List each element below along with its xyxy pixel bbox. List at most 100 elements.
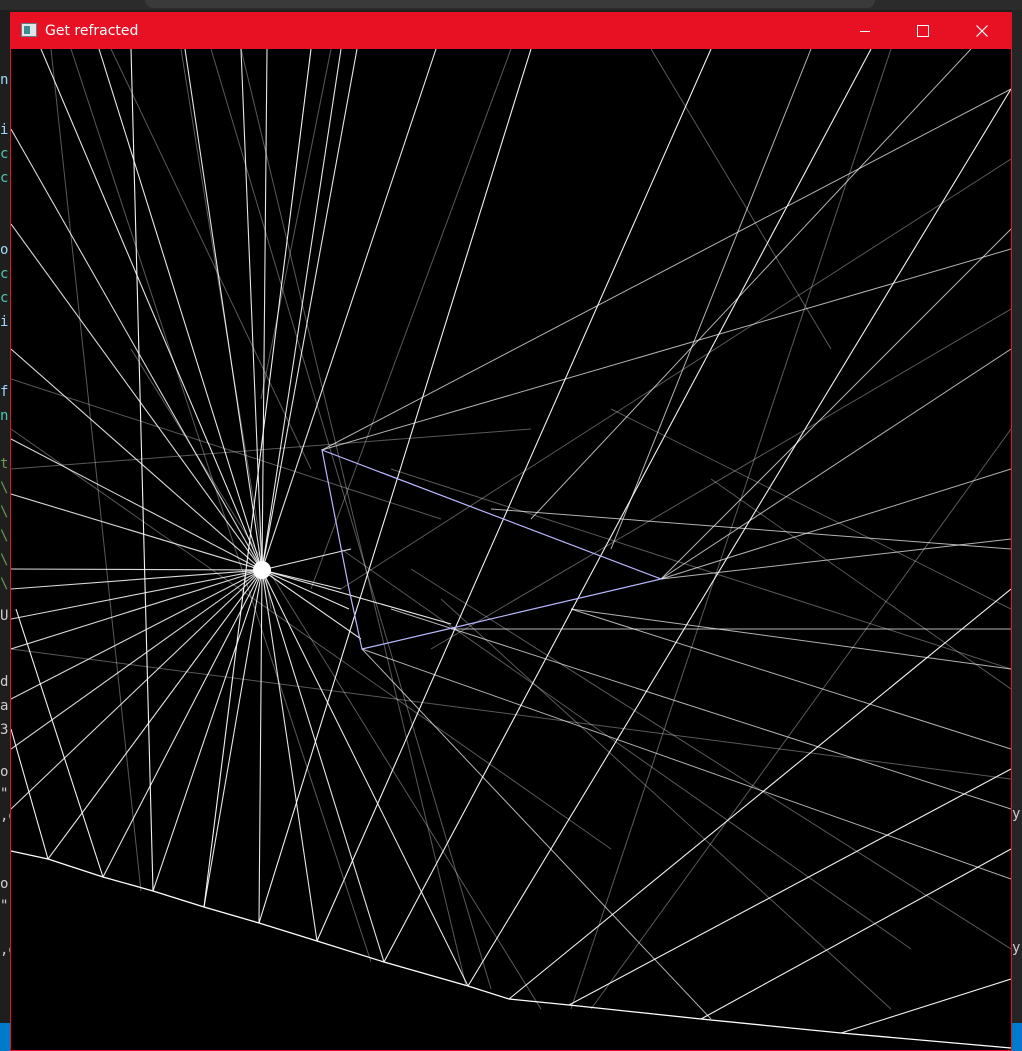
close-button[interactable]	[953, 13, 1011, 49]
ray	[50, 49, 142, 892]
ray	[11, 348, 263, 571]
ray	[361, 648, 712, 1020]
editor-fragment: i	[0, 314, 9, 330]
ray	[11, 569, 263, 810]
ray	[240, 49, 467, 987]
ray	[570, 608, 1011, 670]
ray	[650, 49, 832, 350]
app-window: Get refracted	[10, 12, 1012, 1051]
editor-fragment: o	[0, 876, 9, 892]
editor-fragment: y	[1012, 806, 1021, 822]
ray	[316, 49, 712, 942]
ray	[610, 408, 1011, 610]
background-editor-right: y y	[1012, 10, 1022, 1051]
editor-fragment: d	[0, 674, 9, 690]
maximize-button[interactable]	[894, 13, 952, 49]
light-rays	[11, 49, 1011, 1034]
editor-fragment: o	[0, 242, 9, 258]
ray	[610, 49, 812, 550]
ray	[261, 569, 362, 640]
ray	[11, 569, 263, 590]
editor-fragment: n	[0, 72, 9, 88]
editor-fragment: f	[0, 384, 9, 400]
light-source	[253, 561, 271, 579]
ray	[321, 88, 1011, 451]
ray	[590, 428, 1011, 1010]
editor-fragment: c	[0, 146, 9, 162]
editor-fragment: \	[0, 576, 9, 592]
ray	[490, 508, 1011, 550]
ray	[530, 49, 972, 520]
title-bar[interactable]: Get refracted	[11, 13, 1011, 49]
ray	[184, 49, 263, 571]
editor-fragment: c	[0, 170, 9, 186]
ray	[340, 158, 1011, 590]
editor-fragment: c	[0, 266, 9, 282]
close-icon	[976, 25, 988, 37]
ray	[261, 569, 452, 625]
editor-fragment: o	[0, 764, 9, 780]
ray	[261, 49, 268, 571]
ray	[203, 49, 312, 908]
editor-fragment: \	[0, 528, 9, 544]
ray	[570, 608, 1011, 750]
background-status-bar	[0, 1023, 10, 1051]
window-title: Get refracted	[45, 23, 139, 39]
editor-fragment: "	[0, 898, 9, 914]
ray	[11, 728, 49, 860]
ray	[261, 569, 385, 963]
ray	[430, 308, 1011, 650]
ray	[15, 608, 104, 878]
editor-fragment: 3	[0, 722, 9, 738]
editor-fragment: i	[0, 122, 9, 138]
ray	[11, 569, 263, 750]
ray	[11, 493, 263, 571]
ray	[660, 468, 1011, 580]
ray	[203, 569, 263, 908]
ray	[240, 49, 263, 571]
editor-fragment: c	[0, 290, 9, 306]
maximize-icon	[917, 25, 929, 37]
ground-surface	[11, 850, 1011, 1049]
ray	[11, 428, 532, 470]
minimize-icon	[860, 31, 870, 32]
editor-fragment: \	[0, 552, 9, 568]
editor-fragment: "	[0, 786, 9, 802]
prism	[321, 449, 664, 650]
editor-fragment: n	[0, 408, 9, 424]
editor-fragment: U	[0, 608, 9, 624]
minimize-button[interactable]	[836, 13, 894, 49]
ray	[11, 128, 263, 571]
browser-tab-strip	[0, 0, 1022, 10]
background-editor-left: n i c c o c c i f n t \ \ \ \ \ U d a 3 …	[0, 10, 17, 1051]
app-icon	[21, 23, 37, 37]
editor-fragment: t	[0, 456, 9, 472]
ray	[102, 569, 263, 878]
ray	[467, 88, 1011, 987]
ray	[98, 49, 263, 571]
ray	[11, 569, 263, 620]
ray	[40, 49, 263, 571]
editor-fragment: y	[1012, 940, 1021, 956]
ray	[258, 49, 532, 924]
ray	[47, 569, 263, 860]
ray	[11, 569, 263, 650]
ray	[210, 49, 492, 990]
ray	[70, 49, 372, 963]
ray	[11, 378, 442, 520]
primary-rays	[11, 49, 469, 987]
editor-fragment: a	[0, 698, 9, 714]
ray	[383, 49, 872, 963]
editor-fragment: \	[0, 480, 9, 496]
address-bar	[145, 0, 875, 8]
editor-fragment: \	[0, 504, 9, 520]
ray	[261, 569, 350, 610]
ray	[310, 49, 512, 590]
background-status-bar	[1012, 1023, 1022, 1051]
refracted-rays-faint	[11, 49, 1011, 1010]
ray	[361, 648, 1011, 880]
ray	[261, 548, 352, 571]
ray	[11, 568, 263, 571]
ray	[130, 49, 154, 892]
render-canvas[interactable]	[11, 49, 1011, 1050]
